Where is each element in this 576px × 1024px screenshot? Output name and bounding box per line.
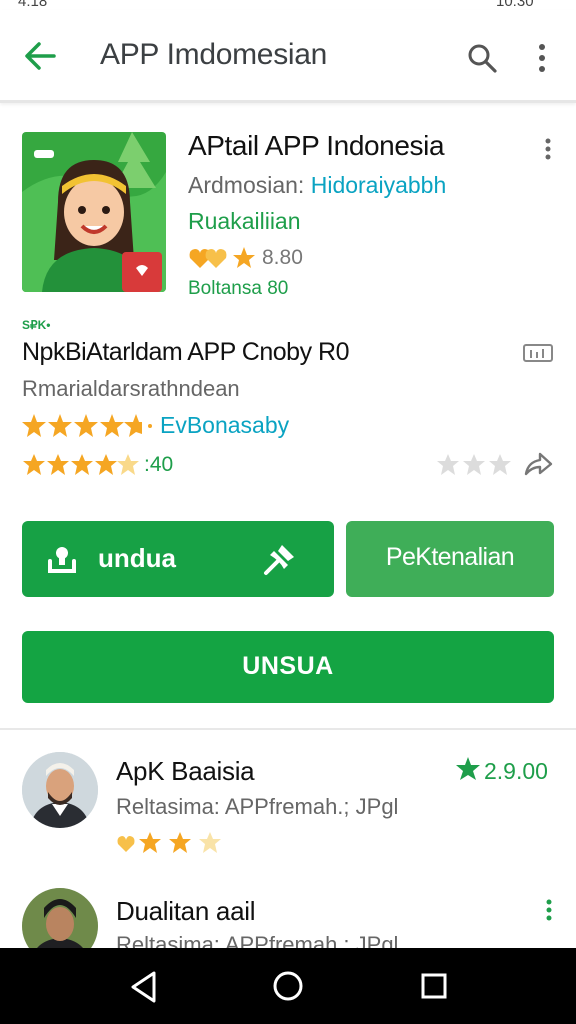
back-arrow-icon[interactable] <box>22 38 58 74</box>
app-category[interactable]: Ruakailiian <box>188 208 301 235</box>
app-icon[interactable] <box>22 132 166 292</box>
section-tag: S₽K• <box>22 318 51 332</box>
status-clock: 10:30 <box>496 0 534 10</box>
main-action-label: UNSUA <box>242 652 334 680</box>
detail-subtitle: Rmarialdarsrathndean <box>22 376 240 401</box>
pin-icon <box>264 545 294 575</box>
app-title: APtail APP Indonesia <box>188 130 445 161</box>
status-bar: 4:18 10:30 <box>0 0 576 10</box>
star-rating-icon <box>23 454 139 475</box>
rating-row-2: :40 <box>22 452 173 480</box>
share-icon[interactable] <box>522 448 554 480</box>
reviewer-subtitle: Reltasima: APPfremah.; JPgl <box>116 794 399 819</box>
star-rating-icon <box>22 414 152 437</box>
review-stars-icon <box>117 832 221 853</box>
rating-row-1-label[interactable]: EvBonasaby <box>160 412 289 439</box>
status-time-left: 4:18 <box>18 0 48 10</box>
page-title: APP Imdomesian <box>100 38 328 71</box>
data-info-icon[interactable] <box>522 342 554 364</box>
app-bar: APP Imdomesian <box>0 10 576 103</box>
developer-prefix: Ardmosian: <box>188 172 311 198</box>
section-divider <box>0 728 576 730</box>
reviewer-name: Dualitan aail <box>116 896 256 926</box>
rating-value: 8.80 <box>262 246 303 269</box>
nav-recents-icon[interactable] <box>420 972 448 1000</box>
detail-title: NpkBiAtarldam APP Cnoby R0 <box>22 338 349 366</box>
app-rating: 8.80 <box>188 244 303 272</box>
app-meta: Boltansa 80 <box>188 278 289 299</box>
reviewer-name: ApK Baaisia <box>116 756 255 786</box>
install-button[interactable]: undua <box>22 521 334 597</box>
nav-back-icon[interactable] <box>128 970 160 1004</box>
preview-button-label: PeKtenalian <box>385 543 515 571</box>
main-action-button[interactable]: UNSUA <box>22 631 554 703</box>
rating-row-1: EvBonasaby <box>22 412 289 442</box>
developer-link[interactable]: Hidoraiyabbh <box>311 172 447 198</box>
review-menu-icon[interactable] <box>544 898 554 922</box>
nav-home-icon[interactable] <box>272 970 304 1002</box>
empty-stars-icon <box>437 454 511 475</box>
rating-badges-icon <box>189 247 255 268</box>
install-button-label: undua <box>98 543 176 573</box>
more-options-icon[interactable] <box>534 42 550 74</box>
rating-row-2-value: :40 <box>144 453 174 476</box>
preview-button[interactable]: PeKtenalian <box>346 521 554 597</box>
star-icon <box>456 757 480 780</box>
app-card-menu-icon[interactable] <box>542 138 554 160</box>
app-developer-line: Ardmosian: Hidoraiyabbh <box>188 172 446 199</box>
download-icon <box>48 547 76 573</box>
review-score: 2.9.00 <box>454 756 548 786</box>
reviewer-avatar-icon <box>22 752 98 828</box>
avatar[interactable] <box>22 752 98 828</box>
search-icon[interactable] <box>466 42 498 74</box>
review-score-value: 2.9.00 <box>484 758 548 784</box>
